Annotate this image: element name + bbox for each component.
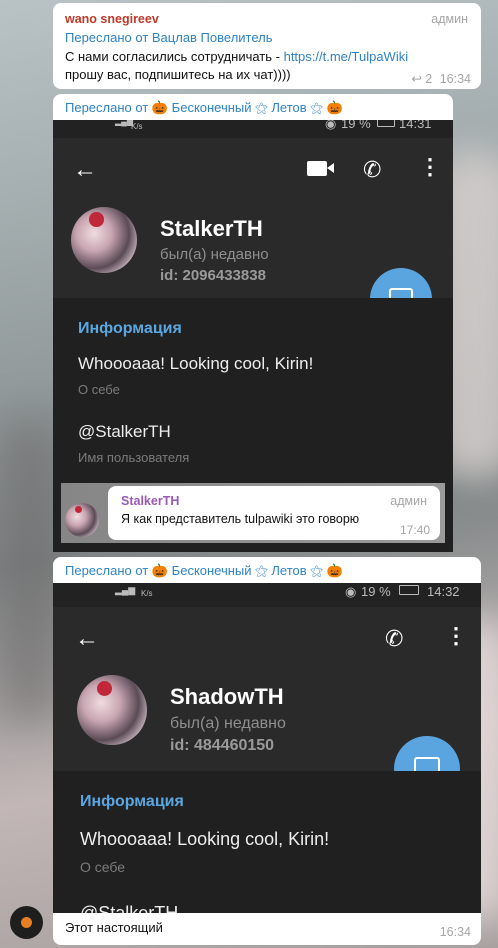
- profile-status: был(а) недавно: [160, 246, 269, 263]
- bio-value[interactable]: Whoooaaa! Looking cool, Kirin!: [80, 829, 329, 850]
- battery-icon: [399, 585, 419, 595]
- avatar[interactable]: [10, 906, 43, 939]
- info-section: Информация Whoooaaa! Looking cool, Kirin…: [53, 771, 481, 913]
- background-blur: [0, 420, 60, 720]
- more-vert-icon[interactable]: ⋮: [445, 625, 467, 647]
- clock: 14:31: [399, 120, 432, 131]
- eye-icon: ◉: [325, 120, 337, 131]
- section-title: Информация: [80, 793, 184, 810]
- username-value[interactable]: @StalkerTH: [78, 422, 171, 442]
- forwarded-from[interactable]: Переслано от Вацлав Повелитель: [65, 30, 273, 45]
- phone-icon[interactable]: ✆: [385, 626, 403, 652]
- message-text-line1: С нами согласились сотрудничать -: [65, 49, 284, 64]
- nested-message-screenshot: StalkerTH админ Я как представитель tulp…: [61, 483, 445, 543]
- message-time: 16:34: [439, 72, 471, 86]
- nested-sender: StalkerTH: [121, 494, 180, 508]
- message-text: С нами согласились сотрудничать - https:…: [65, 48, 465, 84]
- bio-label: О себе: [80, 859, 126, 875]
- section-title: Информация: [78, 320, 182, 337]
- battery-percent: 19 %: [361, 584, 391, 599]
- nested-time: 17:40: [399, 523, 430, 537]
- more-vert-icon[interactable]: ⋮: [419, 156, 441, 178]
- reply-count: 2: [425, 72, 433, 86]
- battery-percent: 19 %: [341, 120, 371, 131]
- net-speed: K/s: [141, 589, 153, 598]
- back-arrow-icon[interactable]: ←: [75, 627, 99, 651]
- forward-header[interactable]: Переслано от 🎃 Бесконечный ⚝ Летов ⚝ 🎃: [53, 94, 453, 120]
- nested-message-bubble: StalkerTH админ Я как представитель tulp…: [108, 486, 440, 540]
- profile-id: id: 484460150: [170, 737, 275, 754]
- profile-name: StalkerTH: [160, 216, 263, 241]
- forward-header[interactable]: Переслано от 🎃 Бесконечный ⚝ Летов ⚝ 🎃: [53, 557, 481, 583]
- message-meta: ↩ 2 16:34: [411, 71, 471, 86]
- eye-icon: ◉: [345, 584, 357, 599]
- sender-name[interactable]: wano snegireev: [65, 12, 159, 26]
- video-call-icon[interactable]: [307, 161, 327, 176]
- battery-icon: [377, 120, 395, 127]
- screenshot-image[interactable]: ▂▄▆ K/s ◉ 19 % 14:32 ← ✆ ⋮ ShadowTH был(…: [53, 583, 481, 913]
- bio-label: О себе: [78, 382, 120, 397]
- avatar[interactable]: [71, 207, 137, 273]
- signal-icon: ▂▄▆: [115, 585, 136, 595]
- bio-value[interactable]: Whoooaaa! Looking cool, Kirin!: [78, 354, 313, 374]
- avatar: [65, 503, 99, 537]
- message-time: 16:34: [439, 925, 471, 939]
- forward-header-text: Переслано от 🎃 Бесконечный ⚝ Летов ⚝ 🎃: [65, 563, 343, 578]
- admin-badge: админ: [431, 12, 468, 26]
- avatar[interactable]: [77, 675, 147, 745]
- video-call-icon-tail: [327, 163, 334, 173]
- profile-name: ShadowTH: [170, 684, 284, 709]
- profile-id: id: 2096433838: [160, 267, 266, 284]
- message-link[interactable]: https://t.me/TulpaWiki: [284, 49, 409, 64]
- phone-icon[interactable]: ✆: [363, 157, 381, 183]
- nested-text: Я как представитель tulpawiki это говорю: [121, 512, 360, 526]
- net-speed: K/s: [131, 122, 143, 131]
- username-label: Имя пользователя: [78, 450, 190, 465]
- message-bubble[interactable]: Этот настоящий 16:34: [53, 913, 481, 945]
- nested-admin-badge: админ: [390, 494, 427, 508]
- username-value[interactable]: @StalkerTH: [80, 903, 178, 913]
- message-bubble[interactable]: wano snegireev админ Переслано от Вацлав…: [53, 3, 481, 89]
- back-arrow-icon[interactable]: ←: [73, 158, 97, 182]
- clock: 14:32: [427, 584, 460, 599]
- message-text: Этот настоящий: [65, 920, 163, 935]
- forward-header-text: Переслано от 🎃 Бесконечный ⚝ Летов ⚝ 🎃: [65, 100, 343, 115]
- screenshot-image[interactable]: ▂▄▆ K/s ◉ 19 % 14:31 ← ✆ ⋮ StalkerTH был…: [53, 120, 453, 552]
- reply-icon[interactable]: ↩ 2: [411, 72, 432, 86]
- message-text-line2: прошу вас, подпишитесь на их чат)))): [65, 67, 291, 82]
- profile-status: был(а) недавно: [170, 715, 286, 732]
